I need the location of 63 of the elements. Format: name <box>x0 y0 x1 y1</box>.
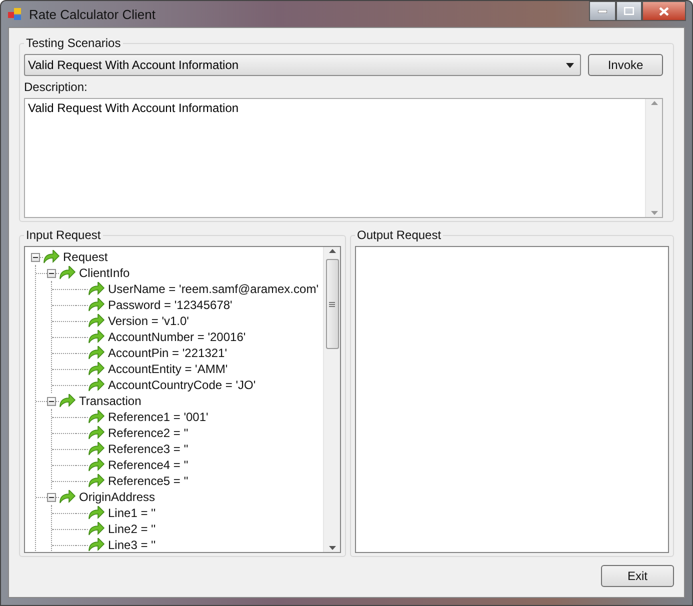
window-title: Rate Calculator Client <box>29 6 156 22</box>
tree-node-label[interactable]: Reference2 = '' <box>108 426 188 440</box>
tree-node-label[interactable]: Line3 = '' <box>108 538 156 552</box>
curved-arrow-icon <box>88 474 105 488</box>
curved-arrow-icon <box>59 266 76 280</box>
tree-node-label[interactable]: Reference1 = '001' <box>108 410 208 424</box>
curved-arrow-icon <box>88 378 105 392</box>
maximize-icon <box>624 7 634 15</box>
curved-arrow-icon <box>88 458 105 472</box>
tree-node-label[interactable]: Reference3 = '' <box>108 442 188 456</box>
tree-node-label[interactable]: Line1 = '' <box>108 506 156 520</box>
tree-node-label[interactable]: AccountCountryCode = 'JO' <box>108 378 256 392</box>
group-title: Testing Scenarios <box>25 36 122 50</box>
group-title: Input Request <box>25 228 102 242</box>
tree-node-label[interactable]: Version = 'v1.0' <box>108 314 189 328</box>
scroll-down-icon[interactable] <box>328 546 336 550</box>
curved-arrow-icon <box>88 346 105 360</box>
curved-arrow-icon <box>88 538 105 552</box>
grip-icon <box>329 302 335 306</box>
collapse-icon[interactable] <box>47 268 56 278</box>
exit-button[interactable]: Exit <box>601 565 674 587</box>
scroll-up-icon[interactable] <box>328 249 336 253</box>
curved-arrow-icon <box>88 410 105 424</box>
tree-node-label[interactable]: Reference5 = '' <box>108 474 188 488</box>
scenario-dropdown[interactable]: Valid Request With Account Information <box>24 54 581 76</box>
scrollbar[interactable] <box>323 247 340 552</box>
curved-arrow-icon <box>88 522 105 536</box>
description-field[interactable]: Valid Request With Account Information <box>24 98 663 218</box>
curved-arrow-icon <box>88 330 105 344</box>
minimize-icon <box>598 10 607 12</box>
close-icon <box>659 6 669 16</box>
curved-arrow-icon <box>88 282 105 296</box>
group-title: Output Request <box>356 228 442 242</box>
tree-node-label[interactable]: Request <box>63 250 108 264</box>
curved-arrow-icon <box>88 298 105 312</box>
tree-node-label[interactable]: Reference4 = '' <box>108 458 188 472</box>
tree-node-label[interactable]: ClientInfo <box>79 266 130 280</box>
curved-arrow-icon <box>88 426 105 440</box>
minimize-button[interactable] <box>589 1 616 21</box>
tree-node-label[interactable]: Transaction <box>79 394 142 408</box>
maximize-button[interactable] <box>616 1 642 21</box>
dropdown-arrow-icon <box>566 62 574 68</box>
tree-node-label[interactable]: Password = '12345678' <box>108 298 232 312</box>
curved-arrow-icon <box>88 442 105 456</box>
description-label: Description: <box>24 80 88 94</box>
tree-node-label[interactable]: OriginAddress <box>79 490 156 504</box>
collapse-icon[interactable] <box>47 492 56 502</box>
curved-arrow-icon <box>43 250 60 264</box>
curved-arrow-icon <box>59 490 76 504</box>
tree-node-label[interactable]: UserName = 'reem.samf@aramex.com' <box>108 282 318 296</box>
curved-arrow-icon <box>59 394 76 408</box>
curved-arrow-icon <box>88 506 105 520</box>
curved-arrow-icon <box>88 362 105 376</box>
collapse-icon[interactable] <box>31 252 40 262</box>
invoke-button[interactable]: Invoke <box>588 54 663 76</box>
app-icon <box>7 6 23 22</box>
close-button[interactable] <box>642 1 686 21</box>
collapse-icon[interactable] <box>47 396 56 406</box>
curved-arrow-icon <box>88 314 105 328</box>
tree-node-label[interactable]: AccountEntity = 'AMM' <box>108 362 228 376</box>
tree-node-label[interactable]: Line2 = '' <box>108 522 156 536</box>
tree-node-label[interactable]: AccountPin = '221321' <box>108 346 228 360</box>
tree-node-label[interactable]: AccountNumber = '20016' <box>108 330 246 344</box>
